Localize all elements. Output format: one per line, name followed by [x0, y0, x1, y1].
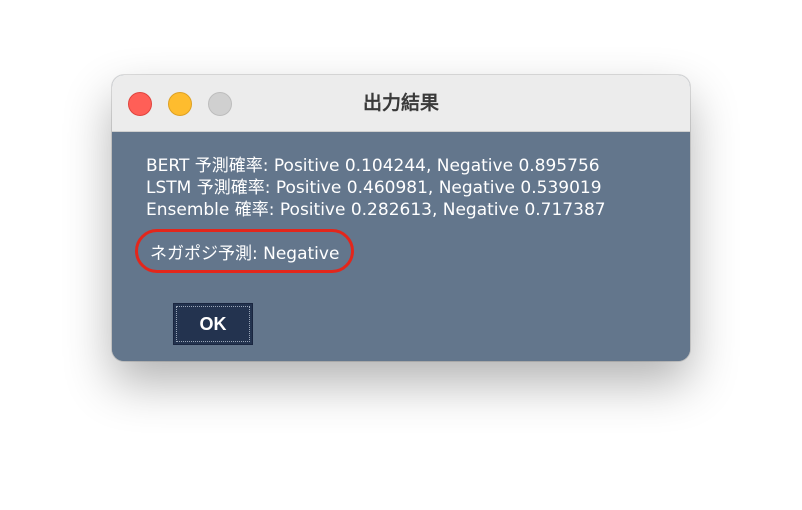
probability-lines: BERT 予測確率: Positive 0.104244, Negative 0…: [146, 155, 606, 221]
dialog-content: BERT 予測確率: Positive 0.104244, Negative 0…: [112, 132, 690, 361]
titlebar[interactable]: 出力結果: [112, 75, 690, 132]
ensemble-probability-text: Ensemble 確率: Positive 0.282613, Negative…: [146, 200, 606, 220]
sentiment-prediction-text: ネガポジ予測: Negative: [150, 243, 340, 264]
window-title: 出力結果: [362, 92, 439, 114]
bert-probability-text: BERT 予測確率: Positive 0.104244, Negative 0…: [146, 156, 600, 176]
sentiment-prediction-highlight: ネガポジ予測: Negative: [135, 229, 355, 273]
ok-button[interactable]: OK: [173, 303, 253, 345]
ok-button-label: OK: [199, 313, 227, 334]
output-dialog: 出力結果 BERT 予測確率: Positive 0.104244, Negat…: [112, 75, 690, 361]
lstm-probability-text: LSTM 予測確率: Positive 0.460981, Negative 0…: [146, 178, 602, 198]
